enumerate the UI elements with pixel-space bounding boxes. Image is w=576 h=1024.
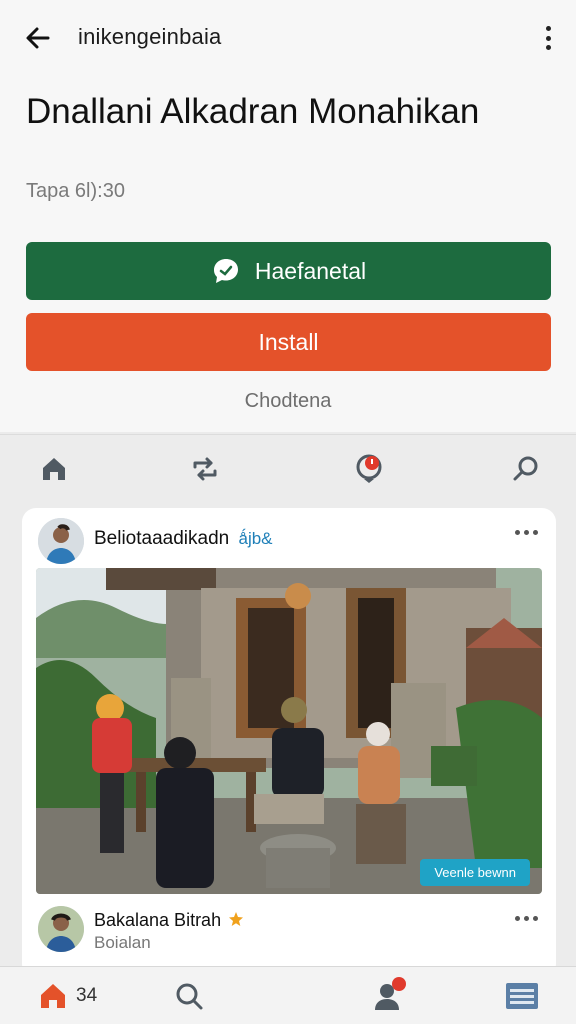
nav-home[interactable]: 34 bbox=[38, 979, 97, 1013]
post-author-tag: ǻjb& bbox=[238, 529, 273, 548]
nav-profile[interactable] bbox=[372, 977, 406, 1013]
avatar[interactable] bbox=[38, 518, 84, 564]
search-icon[interactable] bbox=[507, 451, 543, 487]
action-bar bbox=[0, 434, 576, 504]
comment-avatar[interactable] bbox=[38, 906, 84, 952]
app-meta: Tapa 6l):30 bbox=[26, 180, 125, 202]
post-card: Beliotaaadikadn ǻjb& Veenle bewnn Bakala… bbox=[22, 508, 556, 978]
comment-author-name: Bakalana Bitrah bbox=[94, 910, 222, 930]
feed: Beliotaaadikadn ǻjb& Veenle bewnn Bakala… bbox=[0, 504, 576, 978]
top-app-bar: inikengeinbaia bbox=[0, 0, 576, 76]
app-header: Dnallani Alkadran Monahikan Tapa 6l):30 … bbox=[0, 76, 576, 432]
post-more-icon[interactable] bbox=[515, 530, 538, 535]
post-author-name: Beliotaaadikadn bbox=[94, 528, 230, 549]
comment-more-icon[interactable] bbox=[515, 916, 538, 921]
back-arrow-icon[interactable] bbox=[22, 22, 54, 54]
message-icon bbox=[213, 259, 238, 283]
nav-search[interactable] bbox=[174, 979, 204, 1013]
star-badge-icon bbox=[229, 912, 244, 926]
nav-home-count: 34 bbox=[76, 985, 98, 1006]
home-icon[interactable] bbox=[36, 451, 72, 487]
post-author[interactable]: Beliotaaadikadn ǻjb& bbox=[94, 528, 273, 550]
repost-icon[interactable] bbox=[187, 451, 223, 487]
app-title: Dnallani Alkadran Monahikan bbox=[26, 92, 480, 131]
primary-action-button[interactable]: Haefanetal bbox=[26, 242, 551, 300]
courtyard-photo bbox=[36, 568, 542, 894]
notification-icon[interactable] bbox=[351, 451, 387, 487]
top-bar-title: inikengeinbaia bbox=[78, 24, 222, 49]
nav-menu[interactable] bbox=[506, 979, 538, 1013]
home-icon bbox=[41, 984, 65, 1008]
comment-author[interactable]: Bakalana Bitrah bbox=[94, 910, 244, 931]
post-photo[interactable]: Veenle bewnn bbox=[36, 568, 542, 894]
search-icon bbox=[176, 983, 203, 1010]
bottom-navigation: 34 bbox=[0, 966, 576, 1024]
install-label: Install bbox=[258, 328, 319, 355]
comment-subtitle: Boialan bbox=[94, 933, 151, 952]
secondary-link[interactable]: Chodtena bbox=[0, 390, 576, 413]
primary-action-label: Haefanetal bbox=[254, 257, 367, 284]
more-options-icon[interactable] bbox=[538, 22, 558, 54]
menu-icon bbox=[506, 983, 538, 1009]
notification-dot bbox=[392, 977, 406, 991]
photo-badge[interactable]: Veenle bewnn bbox=[420, 859, 530, 886]
install-button[interactable]: Install bbox=[26, 313, 551, 371]
